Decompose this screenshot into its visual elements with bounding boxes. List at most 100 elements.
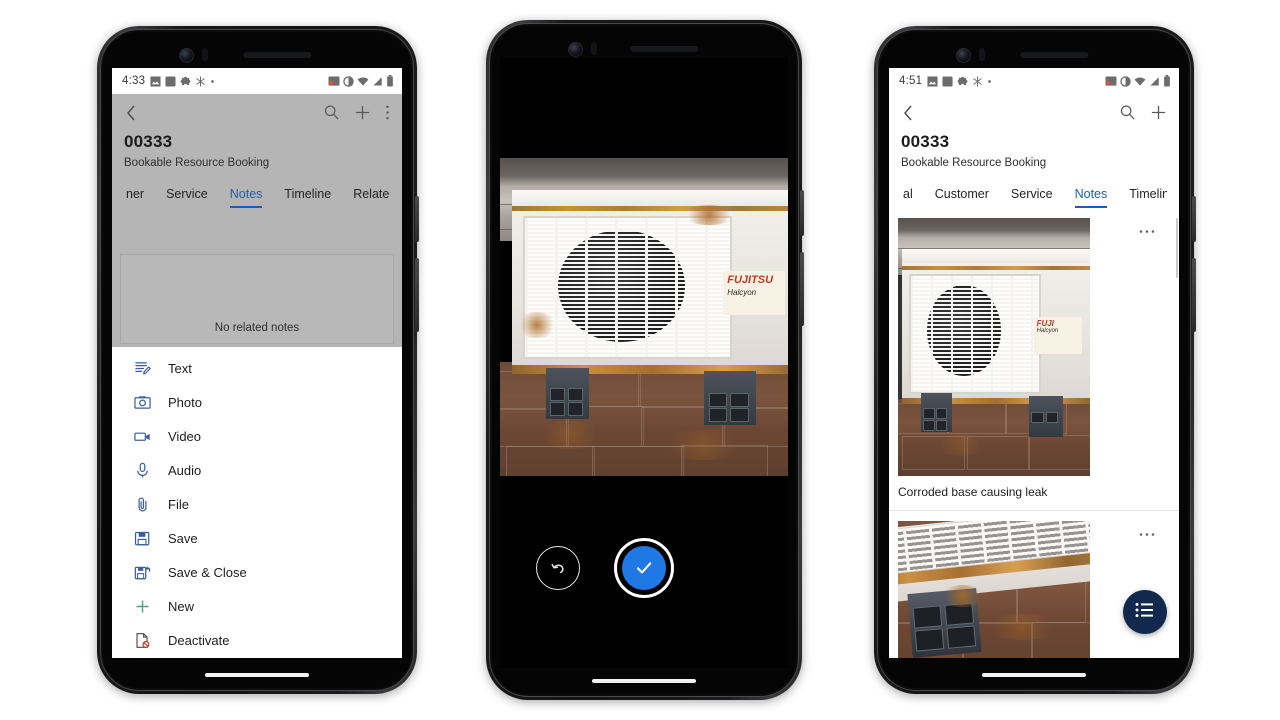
fujitsu-brand-badge: FUJITSU Halcyon [723, 270, 786, 316]
save-disk-icon [134, 530, 160, 547]
app-header-1: 00333 Bookable Resource Booking ner Serv… [112, 94, 402, 208]
front-camera-icon [956, 48, 971, 63]
menu-item-save-and-close[interactable]: Save & Close [112, 555, 402, 589]
proximity-sensor-icon [591, 42, 597, 55]
note-photo-thumbnail[interactable] [898, 521, 1090, 658]
home-indicator-2[interactable] [592, 679, 696, 683]
phone-2-screen: FUJITSU Halcyon [500, 58, 788, 668]
tab-related[interactable]: Related [353, 187, 390, 208]
front-camera-icon [179, 48, 194, 63]
tab-notes[interactable]: Notes [1074, 187, 1108, 208]
status-time: 4:33 [122, 75, 146, 87]
back-button[interactable] [124, 104, 138, 127]
earpiece-speaker-icon [630, 46, 699, 52]
plus-icon [134, 598, 160, 615]
phone-device-2: FUJITSU Halcyon [486, 20, 804, 700]
note-caption: Corroded base causing leak [898, 485, 1048, 499]
menu-item-file[interactable]: File [112, 487, 402, 521]
search-icon[interactable] [323, 104, 340, 126]
phone-3-volume-button[interactable] [1192, 258, 1196, 332]
menu-item-new[interactable]: New [112, 589, 402, 623]
battery-icon [1163, 75, 1171, 87]
phone-1-power-button[interactable] [415, 196, 419, 242]
phone-2-bezel: FUJITSU Halcyon [492, 26, 796, 694]
image-notification-icon [927, 75, 938, 87]
note-photo-thumbnail[interactable]: FUJI Halcyon [898, 218, 1090, 476]
status-notification-icons [927, 75, 992, 87]
ac-unit-grille [522, 215, 732, 360]
back-button[interactable] [901, 104, 915, 127]
status-system-icons [1105, 75, 1171, 87]
search-icon[interactable] [1119, 104, 1136, 126]
video-camera-icon [134, 428, 160, 445]
battery-icon [386, 75, 394, 87]
text-note-icon [134, 360, 160, 377]
tab-general[interactable]: al [903, 187, 913, 208]
menu-label: New [168, 598, 195, 614]
menu-label: File [168, 496, 189, 512]
status-system-icons [328, 75, 394, 87]
home-indicator-3[interactable] [982, 673, 1086, 677]
notes-list-fab-button[interactable] [1123, 590, 1167, 634]
kebab-vertical-icon[interactable] [385, 104, 390, 126]
retake-button[interactable] [536, 546, 580, 590]
menu-label: Audio [168, 462, 202, 478]
checkmark-icon [622, 546, 666, 590]
tab-timeline[interactable]: Timeline [284, 187, 331, 208]
phone-1-volume-button[interactable] [415, 258, 419, 332]
earpiece-speaker-icon [1020, 52, 1089, 58]
record-type-label: Bookable Resource Booking [901, 157, 1047, 169]
menu-item-refresh[interactable]: Refresh [112, 657, 402, 658]
wifi-icon [1134, 76, 1146, 87]
phone-1-bezel: 4:33 00333 Bookable Resource Booking ner… [103, 32, 411, 688]
tab-service[interactable]: Service [1011, 187, 1053, 208]
notes-list[interactable]: FUJI Halcyon Corroded base causing leak [889, 208, 1179, 658]
phone-2-volume-button[interactable] [800, 252, 804, 326]
menu-item-video[interactable]: Video [112, 419, 402, 453]
list-menu-icon [1135, 602, 1155, 623]
home-indicator-1[interactable] [205, 673, 309, 677]
camera-icon [134, 394, 160, 411]
note-card[interactable]: FUJI Halcyon Corroded base causing leak [889, 208, 1179, 511]
puzzle-notification-icon [957, 76, 968, 87]
plus-icon[interactable] [354, 104, 371, 126]
plus-icon[interactable] [1150, 104, 1167, 126]
menu-item-photo[interactable]: Photo [112, 385, 402, 419]
phone-2-power-button[interactable] [800, 190, 804, 236]
menu-label: Save & Close [168, 564, 247, 580]
paperclip-icon [134, 496, 160, 513]
deactivate-document-icon [134, 632, 160, 649]
ac-unit-photo: FUJITSU Halcyon [500, 158, 788, 476]
menu-label: Deactivate [168, 632, 230, 648]
status-time: 4:51 [899, 75, 923, 87]
menu-item-audio[interactable]: Audio [112, 453, 402, 487]
record-type-label: Bookable Resource Booking [124, 157, 270, 169]
snowflake-notification-icon [195, 75, 206, 87]
tab-notes[interactable]: Notes [229, 187, 263, 208]
square-notification-icon [942, 75, 953, 87]
menu-label: Text [168, 360, 192, 376]
cast-icon [328, 75, 340, 87]
phone-3-power-button[interactable] [1192, 196, 1196, 242]
menu-item-deactivate[interactable]: Deactivate [112, 623, 402, 657]
accept-photo-button[interactable] [614, 538, 674, 598]
note-card[interactable] [889, 511, 1179, 658]
puzzle-notification-icon [180, 76, 191, 87]
kebab-horizontal-icon[interactable] [1139, 222, 1155, 237]
microphone-icon [134, 462, 160, 479]
signal-icon [372, 76, 383, 87]
status-bar-3: 4:51 [889, 68, 1179, 94]
save-and-close-icon [134, 564, 160, 581]
proximity-sensor-icon [979, 48, 985, 61]
tab-timeline[interactable]: Timeline [1129, 187, 1167, 208]
menu-item-text[interactable]: Text [112, 351, 402, 385]
tab-service[interactable]: Service [166, 187, 208, 208]
tab-owner[interactable]: ner [126, 187, 144, 208]
dot-more-icon [210, 76, 215, 87]
phone-3-screen: 4:51 00333 Bookable Resource Booking al … [889, 68, 1179, 658]
menu-item-save[interactable]: Save [112, 521, 402, 555]
kebab-horizontal-icon[interactable] [1139, 525, 1155, 540]
front-camera-icon [568, 42, 583, 57]
command-action-sheet: Text Photo Video Audio File Save Save & … [112, 347, 402, 658]
tab-customer[interactable]: Customer [935, 187, 989, 208]
